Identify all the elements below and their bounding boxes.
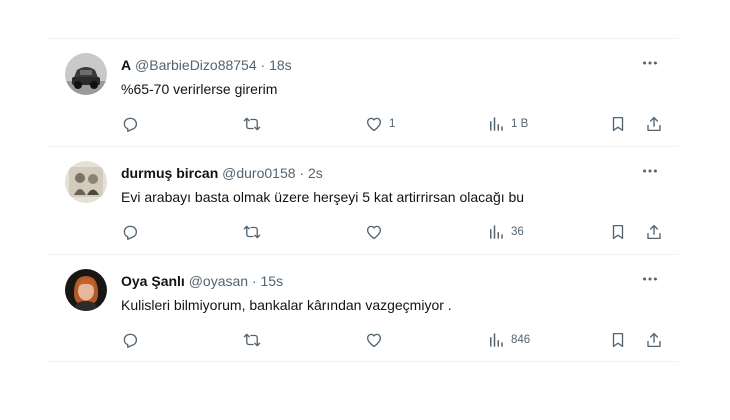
tweet[interactable]: durmuş bircan @duro0158 · 2s Evi arabayı… <box>48 146 678 254</box>
bookmark-icon <box>612 116 624 132</box>
user-handle[interactable]: @oyasan <box>189 273 248 289</box>
reply-icon <box>123 225 138 240</box>
avatar-photo-image <box>65 161 107 203</box>
tweet[interactable]: A @BarbieDizo88754 · 18s %65-70 verirler… <box>48 38 678 146</box>
timestamp[interactable]: 2s <box>308 165 323 181</box>
more-button[interactable] <box>640 53 660 73</box>
share-button[interactable] <box>645 113 663 135</box>
reply-button[interactable] <box>121 113 139 135</box>
share-button[interactable] <box>645 221 663 243</box>
tweet-actions: 36 <box>121 221 663 243</box>
share-icon <box>647 224 661 240</box>
view-count: 846 <box>511 334 531 346</box>
retweet-icon <box>243 117 261 131</box>
tweet-header: A @BarbieDizo88754 · 18s <box>121 56 628 74</box>
reply-button[interactable] <box>121 221 139 243</box>
like-button[interactable]: 1 <box>365 113 395 135</box>
views-button[interactable]: 1 B <box>487 113 528 135</box>
like-icon <box>366 117 382 132</box>
tweet-actions: 1 1 B <box>121 113 663 135</box>
tweet-header: Oya Şanlı @oyasan · 15s <box>121 272 628 290</box>
retweet-button[interactable] <box>243 221 261 243</box>
display-name[interactable]: A <box>121 57 131 73</box>
avatar[interactable] <box>65 53 107 95</box>
share-icon <box>647 116 661 132</box>
views-button[interactable]: 846 <box>487 329 530 351</box>
tweet-text: %65-70 verirlerse girerim <box>121 81 278 97</box>
display-name[interactable]: durmuş bircan <box>121 165 218 181</box>
separator-dot: · <box>260 57 266 73</box>
view-count: 36 <box>511 226 524 238</box>
user-handle[interactable]: @duro0158 <box>222 165 295 181</box>
separator-dot: · <box>299 165 305 181</box>
more-icon <box>643 277 657 281</box>
view-count: 1 B <box>511 118 529 130</box>
separator-dot: · <box>251 273 257 289</box>
bookmark-button[interactable] <box>609 113 627 135</box>
more-button[interactable] <box>640 269 660 289</box>
tweet-text: Evi arabayı basta olmak üzere herşeyi 5 … <box>121 189 525 205</box>
more-button[interactable] <box>640 161 660 181</box>
views-icon <box>490 225 503 239</box>
views-icon <box>490 333 503 347</box>
retweet-button[interactable] <box>243 329 261 351</box>
like-button[interactable] <box>365 329 389 351</box>
like-button[interactable] <box>365 221 389 243</box>
tweet-header: durmuş bircan @duro0158 · 2s <box>121 164 628 182</box>
retweet-icon <box>243 333 261 347</box>
avatar-car-image <box>65 53 107 95</box>
avatar[interactable] <box>65 269 107 311</box>
views-icon <box>490 117 503 131</box>
retweet-icon <box>243 225 261 239</box>
bookmark-button[interactable] <box>609 221 627 243</box>
bookmark-button[interactable] <box>609 329 627 351</box>
more-icon <box>643 169 657 173</box>
user-handle[interactable]: @BarbieDizo88754 <box>135 57 257 73</box>
avatar-woman-image <box>65 269 107 311</box>
avatar[interactable] <box>65 161 107 203</box>
like-icon <box>366 333 382 348</box>
like-count: 1 <box>389 118 396 130</box>
tweet[interactable]: Oya Şanlı @oyasan · 15s Kulisleri bilmiy… <box>48 254 678 362</box>
more-icon <box>643 61 657 65</box>
tweet-text: Kulisleri bilmiyorum, bankalar kârından … <box>121 297 452 313</box>
like-icon <box>366 225 382 240</box>
share-button[interactable] <box>645 329 663 351</box>
reply-icon <box>123 333 138 348</box>
bookmark-icon <box>612 224 624 240</box>
views-button[interactable]: 36 <box>487 221 524 243</box>
tweet-actions: 846 <box>121 329 663 351</box>
display-name[interactable]: Oya Şanlı <box>121 273 185 289</box>
retweet-button[interactable] <box>243 113 261 135</box>
bookmark-icon <box>612 332 624 348</box>
reply-button[interactable] <box>121 329 139 351</box>
share-icon <box>647 332 661 348</box>
timestamp[interactable]: 15s <box>261 273 284 289</box>
reply-feed: A @BarbieDizo88754 · 18s %65-70 verirler… <box>48 38 678 362</box>
timestamp[interactable]: 18s <box>269 57 292 73</box>
reply-icon <box>123 117 138 132</box>
